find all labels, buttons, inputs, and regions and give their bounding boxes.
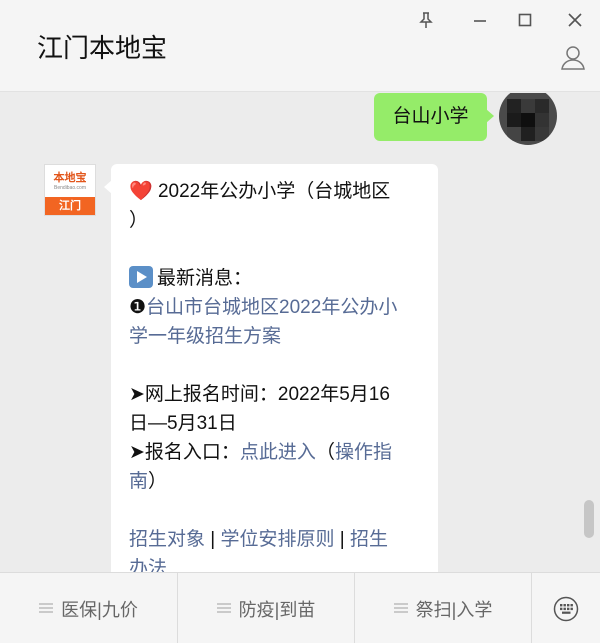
close-icon[interactable] bbox=[561, 6, 589, 34]
quick-links: 招生对象 | 学位安排原则 | 招生 bbox=[129, 529, 389, 550]
principles-link[interactable]: 学位安排原则 bbox=[221, 529, 335, 550]
guide-link[interactable]: 南 bbox=[129, 471, 148, 492]
pin-icon[interactable] bbox=[412, 6, 440, 34]
registration-time: ➤网上报名时间：2022年5月16 bbox=[129, 384, 390, 405]
entry-line: ➤报名入口：点此进入（操作指 bbox=[129, 442, 392, 463]
keyboard-icon[interactable] bbox=[532, 573, 600, 643]
title-bar: 江门本地宝 bbox=[0, 0, 600, 92]
menu-item-label: 防疫|到苗 bbox=[238, 599, 316, 620]
message-line: ❤️ 2022年公办小学（台城地区 bbox=[129, 181, 391, 202]
chat-area[interactable]: 台山小学 本地宝 Bendibao.com 江门 ❤️ 2022年公办小学（台城… bbox=[0, 93, 600, 572]
menu-item-school[interactable]: 祭扫|入学 bbox=[355, 573, 532, 643]
news-link-line: ❶台山市台城地区2022年公办小 bbox=[129, 297, 398, 318]
incoming-message: ❤️ 2022年公办小学（台城地区 ） 最新消息： ❶台山市台城地区2022年公… bbox=[104, 164, 438, 572]
person-icon[interactable] bbox=[558, 42, 588, 72]
methods-link[interactable]: 招生 bbox=[350, 529, 388, 550]
bendibao-logo: 本地宝 Bendibao.com bbox=[45, 165, 95, 197]
enrollment-plan-link[interactable]: 台山市台城地区2022年公办小 bbox=[146, 297, 397, 318]
menu-lines-icon bbox=[393, 598, 408, 619]
menu-item-medical[interactable]: 医保|九价 bbox=[0, 573, 178, 643]
menu-item-label: 祭扫|入学 bbox=[415, 599, 493, 620]
menu-lines-icon bbox=[216, 598, 231, 619]
bendibao-avatar[interactable]: 本地宝 Bendibao.com 江门 bbox=[44, 164, 96, 216]
targets-link[interactable]: 招生对象 bbox=[129, 529, 205, 550]
menu-item-epidemic[interactable]: 防疫|到苗 bbox=[178, 573, 355, 643]
message-line: ） bbox=[129, 210, 149, 231]
registration-time-value: 日—5月31日 bbox=[129, 413, 237, 434]
bottom-menu: 医保|九价 防疫|到苗 祭扫|入学 bbox=[0, 572, 600, 643]
heart-icon: ❤️ bbox=[129, 181, 153, 202]
maximize-icon[interactable] bbox=[511, 6, 539, 34]
enrollment-plan-link[interactable]: 学一年级招生方案 bbox=[129, 322, 424, 351]
my-avatar[interactable] bbox=[499, 93, 557, 145]
news-heading: 最新消息： bbox=[129, 264, 424, 293]
guide-link[interactable]: 操作指 bbox=[335, 442, 392, 463]
play-icon bbox=[129, 266, 153, 288]
enter-link[interactable]: 点此进入 bbox=[240, 442, 316, 463]
scrollbar-thumb[interactable] bbox=[584, 500, 594, 538]
chat-title: 江门本地宝 bbox=[37, 33, 168, 63]
outgoing-message[interactable]: 台山小学 bbox=[374, 93, 494, 141]
methods-link[interactable]: 办法 bbox=[129, 554, 424, 572]
menu-item-label: 医保|九价 bbox=[61, 599, 138, 620]
logo-city-label: 江门 bbox=[45, 197, 95, 215]
entry-line-2: 南） bbox=[129, 471, 168, 492]
minimize-icon[interactable] bbox=[466, 6, 494, 34]
menu-lines-icon bbox=[39, 598, 54, 619]
